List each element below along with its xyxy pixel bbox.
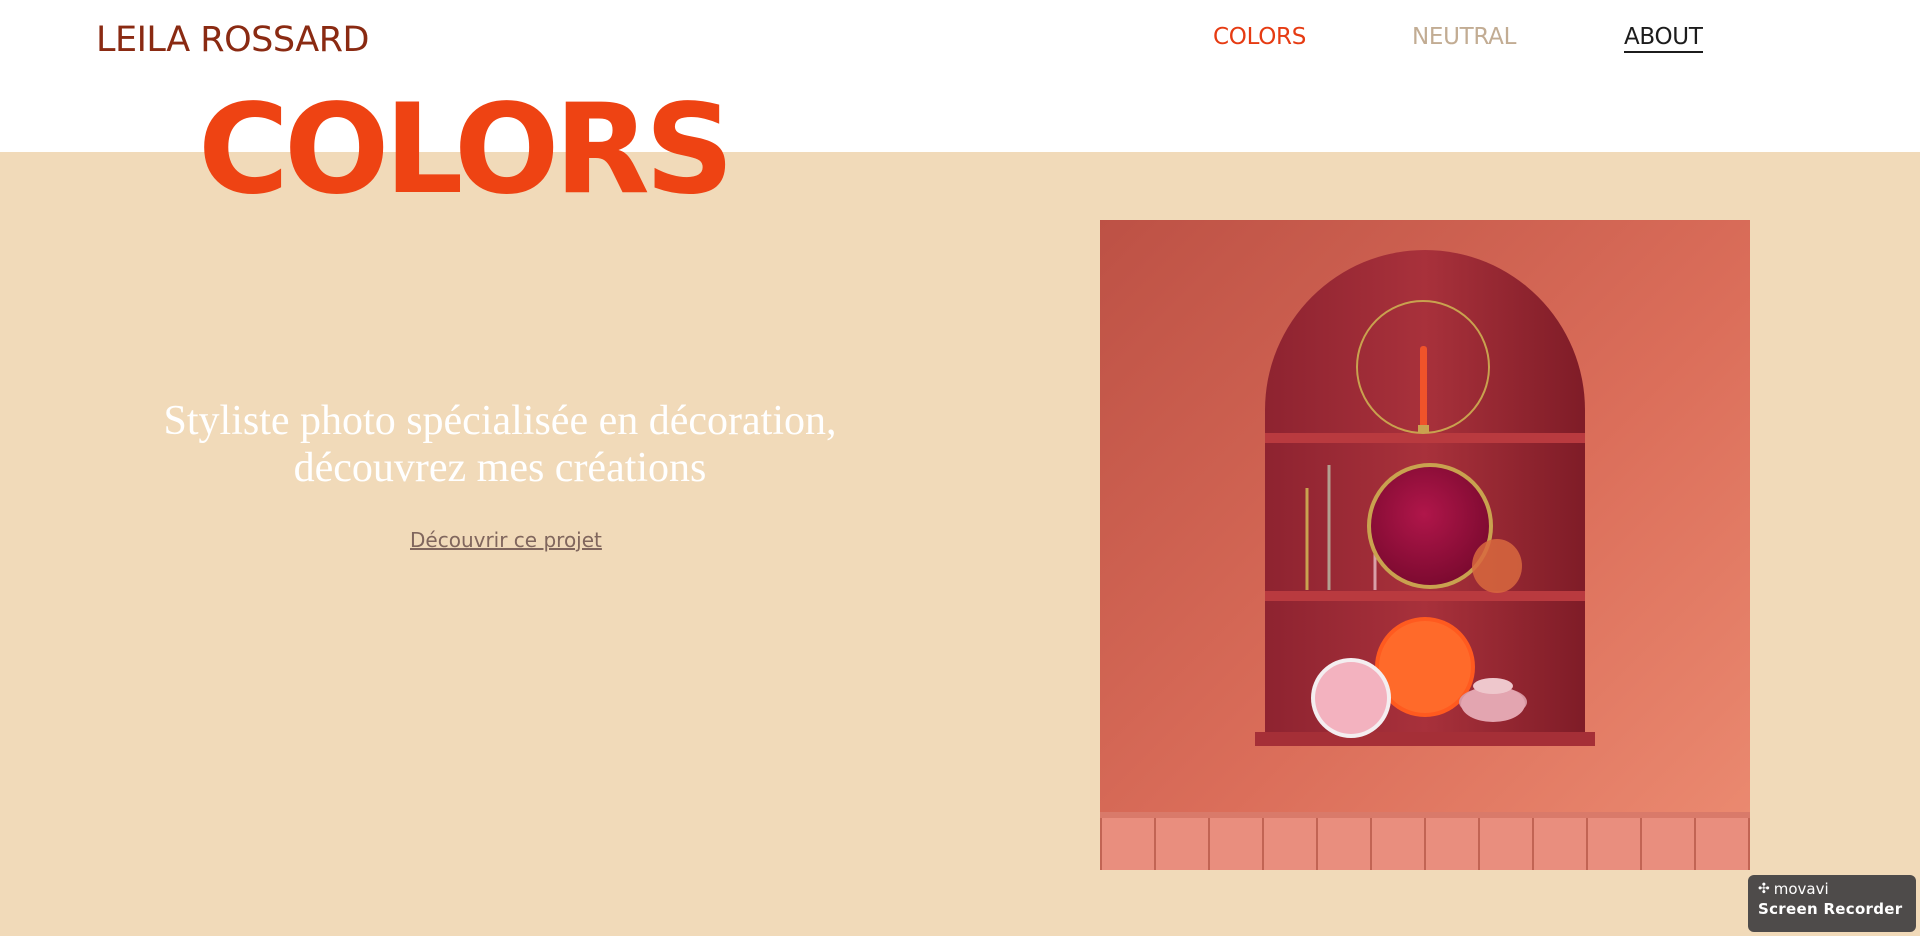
hero-title: COLORS: [198, 78, 734, 222]
discover-project-link[interactable]: Découvrir ce projet: [410, 528, 602, 552]
watermark-product: Screen Recorder: [1758, 899, 1903, 918]
niche-shelf-image: [1100, 220, 1750, 870]
hero-tagline: Styliste photo spécialisée en décoration…: [100, 398, 900, 493]
watermark-brand: movavi: [1773, 880, 1829, 898]
hero-tagline-line2: découvrez mes créations: [293, 445, 707, 492]
movavi-logo-icon: ✣: [1758, 880, 1770, 897]
nav-item-colors[interactable]: COLORS: [1213, 24, 1306, 50]
main-nav: COLORS NEUTRAL ABOUT: [0, 24, 1920, 64]
nav-item-about[interactable]: ABOUT: [1624, 24, 1703, 53]
nav-item-neutral[interactable]: NEUTRAL: [1412, 24, 1516, 50]
watermark-brand-row: ✣ movavi: [1758, 881, 1916, 898]
recorder-watermark: ✣ movavi Screen Recorder: [1748, 875, 1916, 932]
hero-photo[interactable]: [1100, 220, 1750, 870]
hero-tagline-line1: Styliste photo spécialisée en décoration…: [163, 398, 837, 444]
